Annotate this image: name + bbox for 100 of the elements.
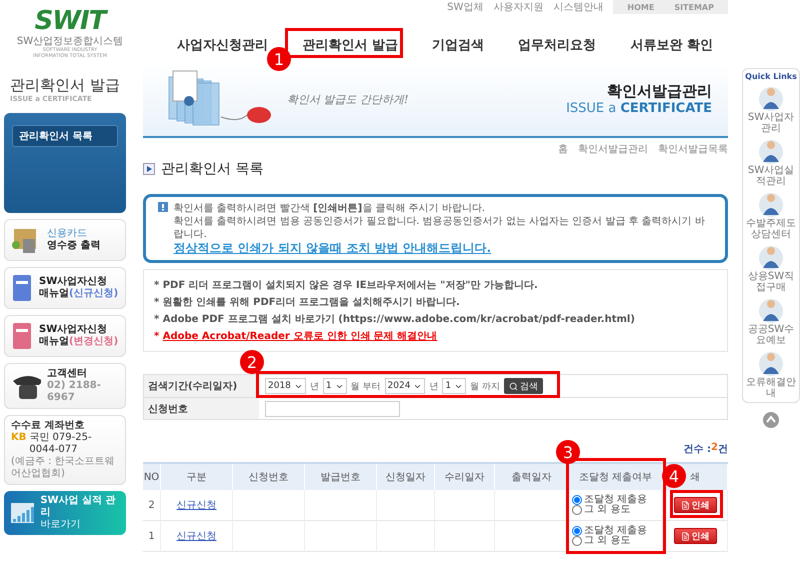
column-header: 신청번호 (233, 464, 305, 490)
sidebar-card[interactable]: SW사업자신청 매뉴얼(변경신청) (4, 315, 126, 357)
bank-name: KB (11, 432, 26, 445)
column-header: 발급번호 (305, 464, 377, 490)
type-link[interactable]: 신규신청 (176, 498, 216, 512)
field-label: 신청번호 (144, 398, 259, 420)
radio-button[interactable] (572, 505, 582, 516)
month-select[interactable]: 1 (322, 378, 347, 394)
sidebar-card[interactable]: SW사업자신청 매뉴얼(신규신청) (4, 267, 126, 309)
radio-button[interactable] (572, 495, 582, 506)
bar-chart-icon (10, 502, 34, 524)
unit-label: 년 (310, 380, 319, 393)
page-title: 관리확인서 목록 (161, 160, 264, 178)
card-title: 영수증 출력 (47, 240, 100, 252)
quick-link[interactable]: SW사업실적관리 (744, 166, 798, 187)
top-link[interactable]: SW업체 (447, 0, 484, 14)
shortcut-banner[interactable]: SW사업 실적 관리 바로가기 (4, 491, 126, 535)
card-title: SW사업자신청 (39, 276, 108, 288)
quick-link[interactable]: SW사업자관리 (744, 113, 798, 134)
unit-label: 월 까지 (470, 380, 500, 393)
search-icon (509, 382, 518, 391)
count-value: 2 (711, 442, 718, 456)
empty-table-cell (377, 521, 435, 552)
radio-option[interactable]: 조달청 제출용 (572, 526, 648, 536)
radio-option[interactable]: 그 외 용도 (572, 536, 630, 546)
search-button[interactable]: 검색 (504, 378, 544, 394)
table-cell: 1 (148, 530, 155, 542)
card-title: 고객센터 (46, 368, 88, 380)
info-text: 확인서를 출력하시려면 빨간색 [인쇄버튼]을 클릭해 주시기 바랍니다. (174, 202, 486, 215)
empty-table-cell (305, 490, 377, 522)
breadcrumb-item[interactable]: 확인서발급관리 (578, 142, 648, 156)
breadcrumb-item[interactable]: 홈 (558, 142, 568, 156)
empty-table-cell (377, 490, 435, 522)
print-button[interactable]: 인쇄 (674, 497, 716, 514)
table-cell: 2 (148, 500, 155, 511)
step-badge: 1 (267, 47, 291, 71)
sidebar-menu-item[interactable]: 관리확인서 목록 (12, 125, 118, 147)
banner-title: 확인서발급관리 (607, 82, 712, 101)
scroll-top-icon[interactable] (762, 411, 780, 429)
count-unit: 건 (718, 443, 728, 456)
column-header: 구분 (161, 464, 233, 490)
info-text: 확인서를 출력하시려면 범용 공동인증서가 필요합니다. 범용공동인증서가 없는 사업자는 인증서 발급 후 출력하시기 바랍니다. (174, 215, 706, 241)
quick-link[interactable]: 수발주제도상담센터 (744, 219, 798, 240)
notice-icon (158, 202, 168, 212)
unit-label: 년 (429, 380, 438, 393)
note-bullet: * (154, 331, 160, 342)
card-subtitle: 매뉴얼(변경신청) (39, 336, 118, 348)
column-header: 조달청 제출여부 (569, 464, 663, 490)
column-header: 수리일자 (435, 464, 495, 490)
type-link[interactable]: 신규신청 (176, 529, 216, 544)
quick-links-title: Quick Links (745, 72, 797, 81)
top-link[interactable]: 시스템안내 (553, 0, 604, 14)
column-header: 출력일자 (495, 464, 569, 490)
step-badge: 3 (556, 440, 580, 464)
play-icon (143, 163, 155, 175)
top-link[interactable]: 사용자지원 (493, 0, 544, 14)
year-select[interactable]: 2024 (384, 378, 426, 394)
empty-table-cell (305, 521, 377, 552)
breadcrumb-item[interactable]: 확인서발급목록 (658, 142, 728, 156)
banner-subtitle: ISSUE a CERTIFICATE (566, 101, 712, 116)
quick-link[interactable]: 공공SW수요예보 (744, 325, 798, 346)
column-header: NO (143, 464, 161, 490)
logo-subtitle: SW산업정보종합시스템 (16, 35, 124, 47)
month-select[interactable]: 1 (442, 378, 466, 394)
empty-table-cell (435, 490, 495, 522)
help-link[interactable]: 정상적으로 인쇄가 되지 않을때 조치 방법 안내해드립니다. (174, 241, 713, 256)
step-badge: 2 (240, 350, 264, 374)
nav-item[interactable]: 관리확인서 발급 (292, 30, 408, 60)
account-title: 수수료 계좌번호 (11, 420, 86, 432)
logo[interactable]: SWIT (34, 8, 106, 34)
quick-link[interactable]: 오류해결안내 (744, 378, 798, 399)
radio-option[interactable]: 조달청 제출용 (572, 495, 648, 506)
count-label: 건수 : (684, 443, 712, 456)
print-button[interactable]: 인쇄 (674, 528, 716, 544)
unit-label: 월 부터 (350, 380, 381, 393)
troubleshoot-link[interactable]: Adobe Acrobat/Reader 오류로 인한 인쇄 문제 해결안내 (162, 331, 438, 342)
sidebar-title: 관리확인서 발급 (9, 76, 121, 95)
quick-link[interactable]: 상용SW직접구매 (744, 272, 798, 293)
field-label: 검색기간(수리일자) (144, 375, 259, 398)
column-header: 신청일자 (377, 464, 435, 490)
empty-table-cell (435, 521, 495, 552)
card-label: 신용카드 (47, 228, 88, 240)
nav-item[interactable]: 업무처리요청 (508, 30, 606, 60)
note-text: * Adobe PDF 프로그램 설치 바로가기 (https://www.adobe.com/kr/acrobat/pdf-reader.html) (154, 313, 636, 326)
nav-item[interactable]: 기업검색 (422, 30, 494, 60)
note-text: * PDF 리더 프로그램이 설치되지 않은 경우 IE브라우저에서는 "저장"만 가능합니다. (154, 279, 539, 292)
nav-item[interactable]: 서류보완 확인 (620, 30, 723, 60)
radio-button[interactable] (572, 536, 582, 546)
note-text: * 원활한 인쇄를 위해 PDF리더 프로그램을 설치해주시기 바랍니다. (154, 296, 461, 310)
sidebar-card[interactable]: 신용카드 영수증 출력 (4, 219, 126, 261)
sidebar-card[interactable]: 고객센터 02) 2188-6967 (4, 363, 126, 409)
account-holder: (예금주 : 한국소프트웨어산업협회) (11, 456, 116, 480)
radio-button[interactable] (572, 526, 582, 536)
card-title: SW사업자신청 (39, 324, 108, 336)
year-select[interactable]: 2018 (265, 378, 306, 394)
highlight-frame (670, 490, 723, 518)
document-icon (680, 532, 690, 541)
account-number: 국민 079-25-0044-077 (29, 432, 93, 456)
radio-option[interactable]: 그 외 용도 (572, 505, 630, 516)
application-number-field[interactable] (265, 400, 400, 417)
